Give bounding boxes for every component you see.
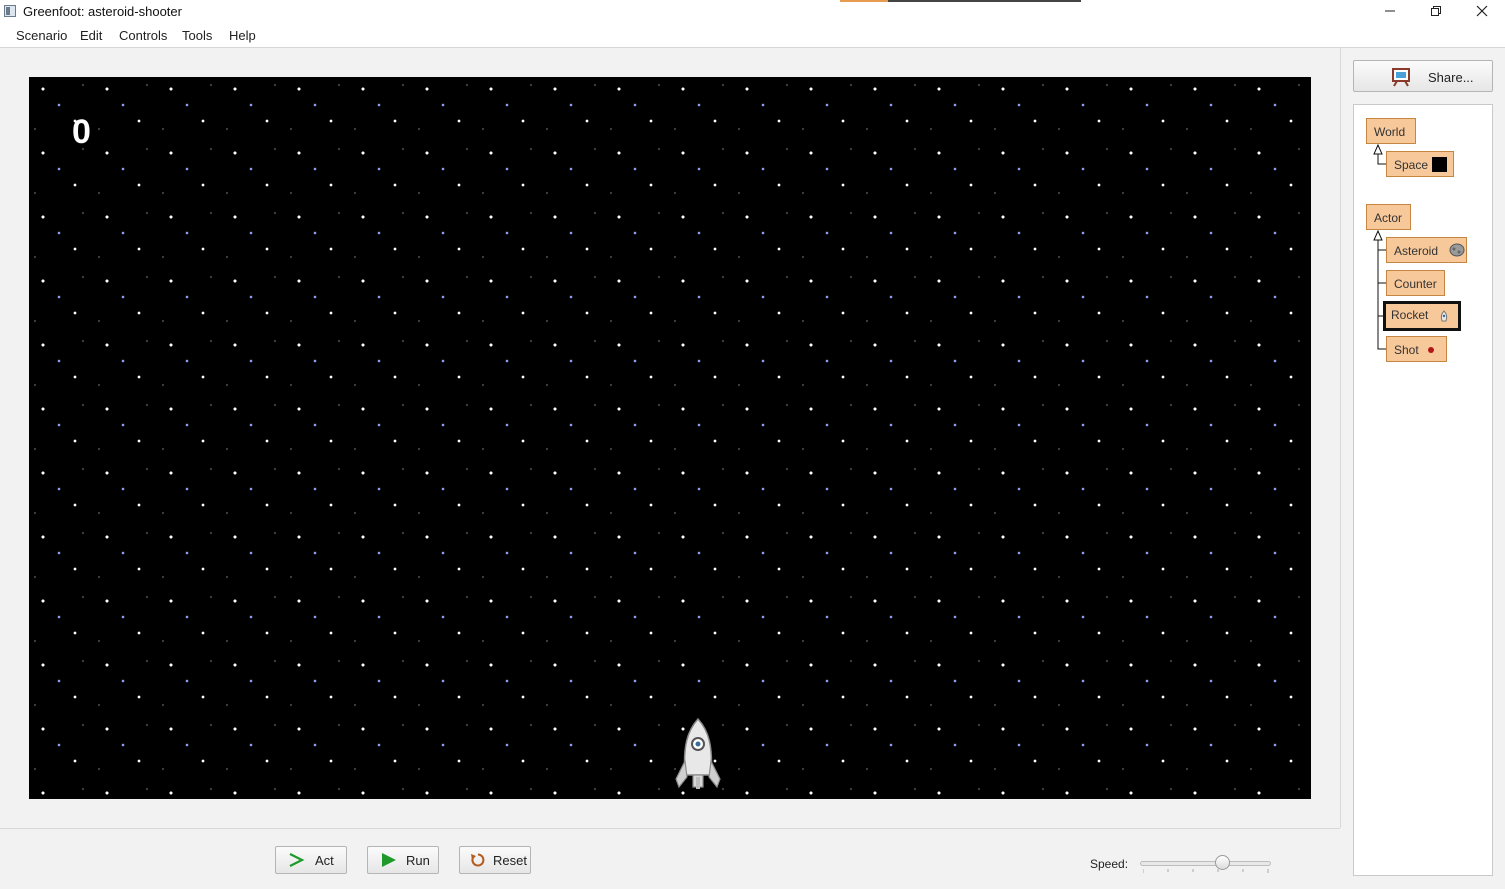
menu-scenario[interactable]: Scenario: [16, 28, 67, 43]
minimize-icon: [1385, 10, 1395, 12]
restore-icon: [1431, 6, 1441, 16]
score-counter: 0: [72, 113, 91, 151]
close-button[interactable]: [1459, 0, 1505, 24]
class-counter-label: Counter: [1394, 277, 1437, 291]
class-shot[interactable]: Shot: [1386, 336, 1447, 362]
share-label: Share...: [1428, 70, 1474, 85]
asteroid-thumbnail-icon: [1449, 243, 1465, 257]
run-label: Run: [406, 853, 430, 868]
speed-slider-track[interactable]: [1140, 861, 1271, 866]
class-space-label: Space: [1394, 158, 1429, 172]
reset-button[interactable]: Reset: [459, 846, 531, 874]
window-title: Greenfoot: asteroid-shooter: [23, 4, 182, 19]
class-actor[interactable]: Actor: [1366, 204, 1411, 230]
restore-button[interactable]: [1413, 0, 1459, 24]
menu-help[interactable]: Help: [229, 28, 256, 43]
act-button[interactable]: Act: [275, 846, 347, 874]
shot-thumbnail-icon: [1428, 347, 1434, 353]
menu-tools[interactable]: Tools: [182, 28, 212, 43]
menu-edit[interactable]: Edit: [80, 28, 102, 43]
class-counter[interactable]: Counter: [1386, 270, 1445, 296]
close-icon: [1476, 5, 1488, 17]
class-world-label: World: [1374, 125, 1406, 139]
rocket-icon[interactable]: [673, 717, 723, 793]
class-asteroid-label: Asteroid: [1394, 244, 1439, 258]
play-icon: [382, 853, 396, 867]
class-diagram-panel: World Space Actor Asteroid Counter Rocke…: [1353, 104, 1493, 876]
space-thumbnail-icon: [1432, 157, 1447, 172]
class-rocket[interactable]: Rocket: [1383, 301, 1461, 331]
title-accent-bar-dark: [888, 0, 1081, 2]
rocket-thumbnail-icon: [1440, 310, 1448, 322]
class-actor-label: Actor: [1374, 211, 1403, 225]
speed-slider-thumb[interactable]: [1215, 855, 1231, 870]
control-bar: Act Run Reset Speed:: [0, 828, 1340, 889]
menu-bar: Scenario Edit Controls Tools Help: [0, 24, 1505, 48]
class-shot-label: Shot: [1394, 343, 1419, 357]
app-icon: [4, 5, 16, 17]
share-easel-icon: [1392, 68, 1410, 87]
run-button[interactable]: Run: [367, 846, 439, 874]
speed-slider-ticks: [1143, 869, 1269, 873]
class-world[interactable]: World: [1366, 118, 1416, 144]
class-asteroid[interactable]: Asteroid: [1386, 237, 1467, 263]
speed-label: Speed:: [1090, 857, 1129, 871]
menu-controls[interactable]: Controls: [119, 28, 167, 43]
act-label: Act: [315, 853, 334, 868]
world-canvas[interactable]: 0: [29, 77, 1311, 799]
class-rocket-label: Rocket: [1391, 308, 1429, 322]
act-icon: [289, 853, 305, 867]
share-button[interactable]: Share...: [1353, 60, 1493, 92]
reset-icon: [471, 853, 485, 867]
minimize-button[interactable]: [1367, 0, 1413, 24]
title-bar: Greenfoot: asteroid-shooter: [0, 0, 1505, 24]
title-accent-bar: [840, 0, 888, 2]
reset-label: Reset: [493, 853, 527, 868]
class-space[interactable]: Space: [1386, 151, 1454, 177]
